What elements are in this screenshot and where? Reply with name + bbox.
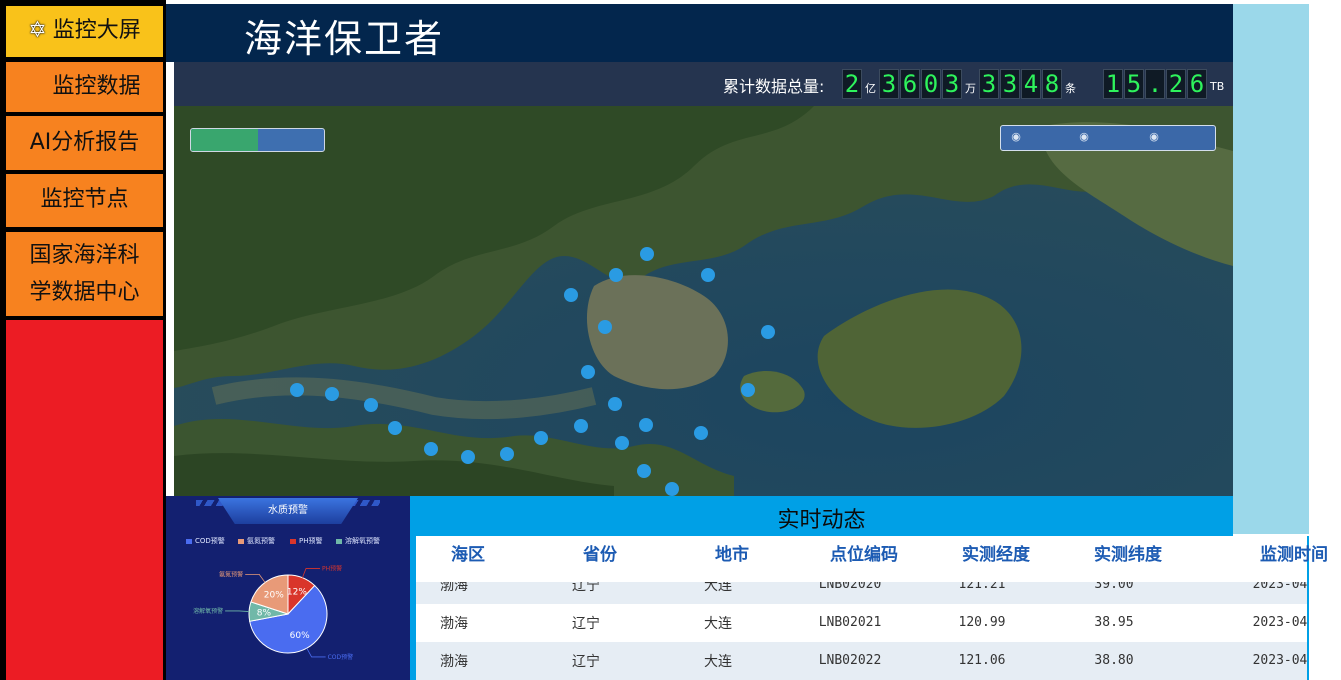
sidebar: ✡ 监控大屏 监控数据 AI分析报告 监控节点 国家海洋科学数据中心 <box>0 0 166 680</box>
counter-digit: 3 <box>1000 69 1020 99</box>
nav-ocean-data-center-label: 国家海洋科学数据中心 <box>29 242 140 305</box>
counter-digit: 4 <box>1021 69 1041 99</box>
column-header: 点位编码 <box>830 545 898 565</box>
column-header: 实测经度 <box>962 545 1030 565</box>
table-cell: 120.99 <box>958 615 1006 630</box>
counter-digit: 0 <box>921 69 941 99</box>
column-header: 监测时间 <box>1260 545 1328 565</box>
nav-ai-report-label: AI分析报告 <box>29 129 140 155</box>
table-cell: 大连 <box>704 582 732 594</box>
column-header: 海区 <box>451 545 485 565</box>
counter-digit: 6 <box>1187 69 1207 99</box>
nav-monitor-data[interactable]: 监控数据 <box>6 62 163 112</box>
warning-pie-chart: 12%PH预警60%COD预警8%溶解氧预警20%氨氮预警 <box>193 564 354 661</box>
table-cell: 39.00 <box>1094 582 1134 592</box>
counter-digit: 8 <box>1042 69 1062 99</box>
pie-value-label: 20% <box>264 590 284 600</box>
map-view[interactable]: ◉ ◉ ◉ <box>174 106 1233 496</box>
counter-unit: 亿 <box>865 82 876 95</box>
table-cell: 辽宁 <box>572 582 600 594</box>
sidebar-filler <box>6 320 163 680</box>
nav-monitor-nodes[interactable]: 监控节点 <box>6 174 163 227</box>
table-cell: 渤海 <box>440 616 468 632</box>
pie-leader-line <box>225 610 250 612</box>
column-header: 地市 <box>715 545 749 565</box>
nav-monitor-screen-label: 监控大屏 <box>52 18 141 44</box>
pie-leader-line <box>245 573 266 583</box>
table-cell: LNB02021 <box>818 615 882 630</box>
table-row[interactable]: 渤海 辽宁 大连 LNB02021 120.99 38.95 2023-04 <box>416 604 1307 642</box>
table-cell: 38.95 <box>1094 615 1134 630</box>
counter-digit: 2 <box>1166 69 1186 99</box>
realtime-table-body[interactable]: 渤海 辽宁 大连 LNB02020 121.21 39.00 2023-04 渤海 辽宁 大连 LN… <box>416 582 1307 680</box>
counter-digit: 3 <box>879 69 899 99</box>
table-cell: 大连 <box>704 654 732 670</box>
counter-label: 累计数据总量: <box>723 77 825 96</box>
table-cell: 121.06 <box>958 653 1006 668</box>
table-cell: 渤海 <box>440 654 468 670</box>
nav-monitor-data-label: 监控数据 <box>52 73 141 99</box>
table-row[interactable]: 渤海 辽宁 大连 LNB02022 121.06 38.80 2023-04 <box>416 642 1307 680</box>
table-cell: 2023-04 <box>1252 615 1307 630</box>
data-counter-bar: 累计数据总量: 2 亿 3 6 0 3 万 3 3 4 8 条 1 5. 2 6 TB <box>174 62 1233 106</box>
layer-toggle-fill <box>191 129 258 151</box>
counter-unit: TB <box>1210 80 1225 93</box>
counter-digit: . <box>1145 69 1165 99</box>
table-cell: 121.21 <box>958 582 1006 592</box>
counter-digit: 6 <box>900 69 920 99</box>
counter-digit: 5 <box>1124 69 1144 99</box>
pie-name-label: COD预警 <box>328 653 354 661</box>
table-cell: 辽宁 <box>572 654 600 670</box>
page-title: 海洋保卫者 <box>244 17 445 61</box>
pie-name-label: 氨氮预警 <box>219 570 243 578</box>
table-cell: 2023-04 <box>1252 653 1307 668</box>
nav-ai-report[interactable]: AI分析报告 <box>6 116 163 170</box>
nav-monitor-nodes-label: 监控节点 <box>40 187 129 213</box>
eye-icon[interactable]: ◉ <box>1009 130 1023 144</box>
pie-leader-line <box>301 568 321 578</box>
water-quality-warning-panel: 水质预警 COD预警 氨氮预警 PH预警 溶解氧预警 12% PH预警 60% COD… <box>166 496 410 680</box>
table-header: 海区 省份 地市 点位编码 实测经度 实测纬度 监测时间 <box>416 536 1328 582</box>
pie-name-label: PH预警 <box>322 564 342 572</box>
column-header: 省份 <box>583 545 617 565</box>
header: 海洋保卫者 <box>166 4 1233 62</box>
counter-digit: 1 <box>1103 69 1123 99</box>
map-toolbar: ◉ ◉ ◉ <box>1000 125 1216 151</box>
realtime-title: 实时动态 <box>777 508 866 533</box>
table-cell: 大连 <box>704 616 732 632</box>
counter-unit: 万 <box>965 82 976 95</box>
realtime-header: 实时动态 <box>410 496 1233 536</box>
table-cell: 38.80 <box>1094 653 1134 668</box>
table-cell: 2023-04 <box>1252 582 1307 592</box>
table-cell: 渤海 <box>440 582 468 594</box>
table-cell: LNB02022 <box>818 653 882 668</box>
table-row[interactable]: 渤海 辽宁 大连 LNB02020 121.21 39.00 2023-04 <box>416 582 1307 604</box>
eye-icon[interactable]: ◉ <box>1077 130 1091 144</box>
pie-leader-line <box>306 647 326 658</box>
satellite-map <box>174 106 1233 496</box>
table-cell: LNB02020 <box>818 582 882 592</box>
pie-value-label: 60% <box>290 631 310 641</box>
counter-digit: 2 <box>842 69 862 99</box>
right-panel <box>1233 4 1309 534</box>
pie-value-label: 8% <box>257 608 272 618</box>
nav-monitor-screen[interactable]: ✡ 监控大屏 <box>6 6 163 57</box>
counter-unit: 条 <box>1065 82 1076 95</box>
layer-toggle[interactable] <box>190 128 325 152</box>
pie-name-label: 溶解氧预警 <box>193 607 223 615</box>
counter-digit: 3 <box>942 69 962 99</box>
eye-icon[interactable]: ◉ <box>1147 130 1161 144</box>
counter-digit: 3 <box>979 69 999 99</box>
table-cell: 辽宁 <box>572 616 600 632</box>
column-header: 实测纬度 <box>1094 545 1162 565</box>
nav-ocean-data-center[interactable]: 国家海洋科学数据中心 <box>6 232 163 316</box>
star-icon: ✡ <box>28 18 47 44</box>
